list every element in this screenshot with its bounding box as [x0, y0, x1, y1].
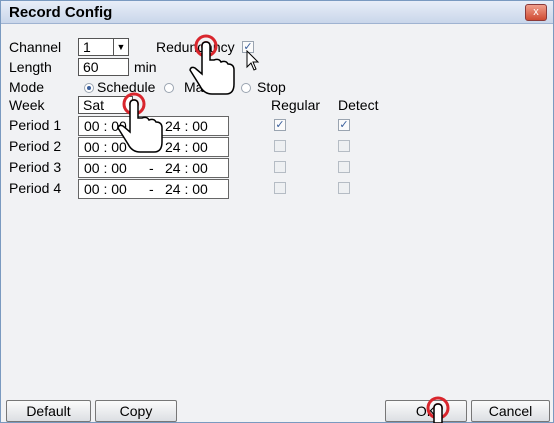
window-title: Record Config	[9, 4, 113, 21]
period-detect-checkbox[interactable]	[338, 140, 350, 152]
period-time-range[interactable]: 00 : 00 - 24 : 00	[78, 158, 229, 178]
detect-column-header: Detect	[338, 97, 379, 113]
length-value: 60	[83, 59, 99, 75]
length-label: Length	[9, 59, 52, 75]
period-regular-checkbox[interactable]	[274, 140, 286, 152]
length-unit: min	[134, 59, 157, 75]
arrow-cursor-icon	[246, 50, 260, 71]
period-start: 00 : 00	[84, 181, 127, 197]
hand-pointer-icon	[426, 396, 450, 423]
regular-column-header: Regular	[271, 97, 321, 113]
hand-pointer-icon	[117, 92, 163, 153]
chevron-down-icon: ▼	[113, 39, 128, 55]
hand-pointer-icon	[189, 34, 235, 95]
period-end: 24 : 00	[165, 139, 208, 155]
mode-stop-label: Stop	[257, 79, 286, 95]
period-detect-checkbox[interactable]	[338, 161, 350, 173]
period-end: 24 : 00	[165, 160, 208, 176]
week-value: Sat	[83, 97, 105, 113]
period-start: 00 : 00	[84, 160, 127, 176]
check-icon: ✓	[275, 119, 285, 131]
title-bar: Record Config x	[1, 1, 553, 24]
period-label: Period 1	[9, 117, 62, 133]
period-regular-checkbox[interactable]	[274, 161, 286, 173]
channel-label: Channel	[9, 39, 62, 55]
period-label: Period 3	[9, 159, 62, 175]
channel-select[interactable]: 1 ▼	[78, 38, 129, 56]
mode-stop-radio[interactable]	[241, 83, 251, 93]
period-separator: -	[149, 181, 154, 197]
period-separator: -	[149, 160, 154, 176]
default-button[interactable]: Default	[6, 400, 91, 422]
length-input[interactable]: 60	[78, 58, 129, 76]
period-time-range[interactable]: 00 : 00 - 24 : 00	[78, 179, 229, 199]
mode-label: Mode	[9, 79, 45, 95]
period-label: Period 2	[9, 138, 62, 154]
period-end: 24 : 00	[165, 118, 208, 134]
period-regular-checkbox[interactable]: ✓	[274, 119, 286, 131]
period-detect-checkbox[interactable]	[338, 182, 350, 194]
channel-value: 1	[83, 39, 91, 55]
period-regular-checkbox[interactable]	[274, 182, 286, 194]
period-label: Period 4	[9, 180, 62, 196]
cancel-button[interactable]: Cancel	[471, 400, 550, 422]
record-config-window: Record Config x Channel 1 ▼ Redundancy ✓…	[0, 0, 554, 423]
close-icon[interactable]: x	[525, 4, 547, 21]
copy-button[interactable]: Copy	[95, 400, 177, 422]
period-detect-checkbox[interactable]: ✓	[338, 119, 350, 131]
week-label: Week	[9, 97, 45, 113]
check-icon: ✓	[339, 119, 349, 131]
mode-schedule-radio[interactable]	[84, 83, 94, 93]
period-end: 24 : 00	[165, 181, 208, 197]
